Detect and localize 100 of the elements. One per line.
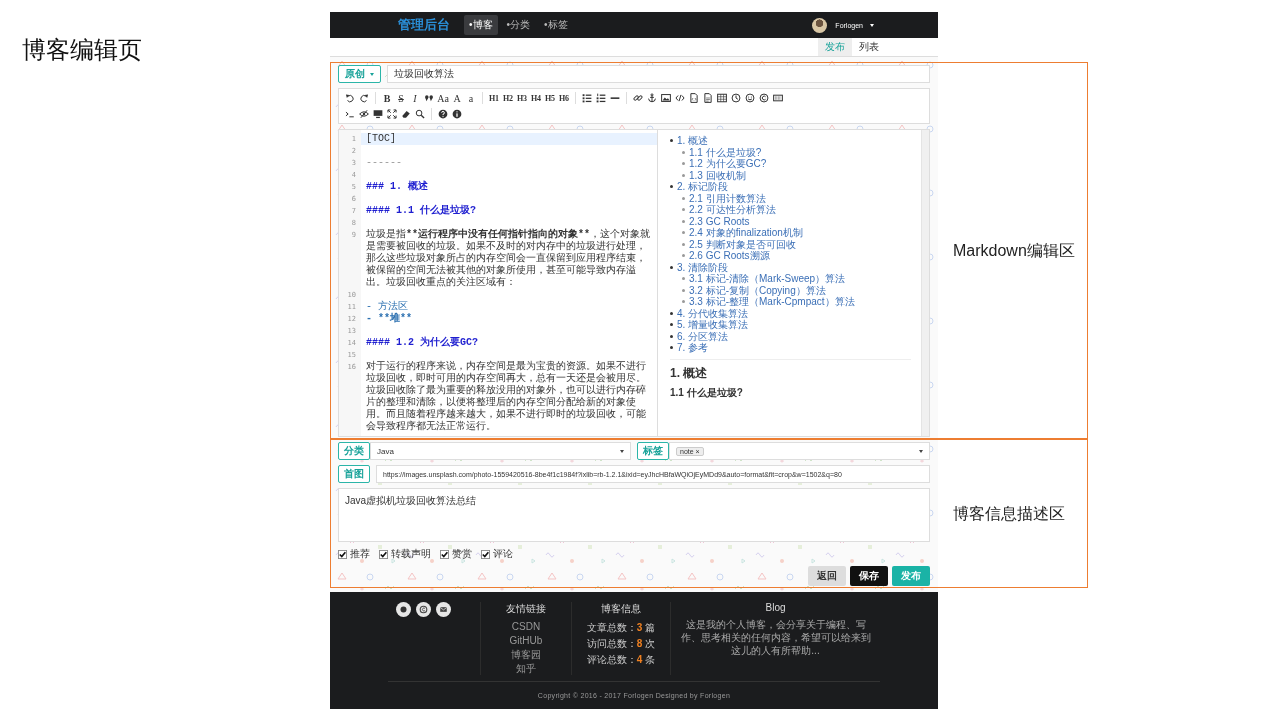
monitor-icon[interactable] (371, 107, 385, 121)
bullet-icon (682, 150, 685, 154)
bullet-list-icon[interactable] (580, 91, 594, 105)
field-label: 标签 (637, 442, 669, 460)
eye-slash-icon[interactable] (357, 107, 371, 121)
preview-subheading: 1.1 什么是垃圾? (670, 385, 744, 400)
logo[interactable]: 管理后台 (398, 16, 450, 34)
bullet-icon (682, 254, 685, 258)
checkbox[interactable] (379, 549, 388, 559)
avatar[interactable] (812, 17, 828, 33)
anchor-icon[interactable] (645, 91, 659, 105)
code-line[interactable]: 对于运行的程序来说，内存空间是最为宝贵的资源。如果不进行垃圾回收，即时可用的内存空间再大，总有一天还是会被用尽。垃圾回收除了最为重要的释放没用的对象外，也可以进行内存碎片的整理和清除，以便将整理后的内存空间分配给新的对象使用。而且随着程序越来越大，如果不进行即时的垃圾回收，可能会导致程序都无法正常运行。 (361, 361, 657, 433)
toc-link[interactable]: 1. 概述 (677, 135, 709, 147)
table-icon[interactable] (715, 91, 729, 105)
toc-link[interactable]: 1.2 为什么要GC? (689, 158, 767, 170)
action-button[interactable]: 保存 (850, 566, 888, 586)
toolbar-button[interactable]: H1 (487, 91, 501, 105)
toolbar-button[interactable]: A (450, 91, 464, 105)
toc-link[interactable]: 3.1 标记-清除（Mark-Sweep）算法 (689, 273, 846, 285)
toc-link[interactable]: 2.5 判断对象是否可回收 (689, 238, 796, 250)
footer-link[interactable]: 知乎 (516, 663, 536, 675)
checkbox-label: 评论 (493, 547, 513, 561)
footer-link[interactable]: 博客园 (511, 649, 541, 661)
toolbar-button[interactable]: I (408, 91, 422, 105)
checkbox[interactable] (481, 549, 490, 559)
toc-link[interactable]: 2.4 对象的finalization机制 (689, 227, 803, 239)
info-icon[interactable] (450, 107, 464, 121)
checkbox-label: 推荐 (350, 547, 370, 561)
toolbar-button[interactable]: S (394, 91, 408, 105)
circle-icon[interactable] (396, 602, 411, 617)
title-field[interactable]: 垃圾回收算法 (387, 65, 930, 83)
summary-field[interactable]: Java虚拟机垃圾回收算法总结 (338, 488, 930, 542)
numbered-list-icon[interactable] (594, 91, 608, 105)
toc-link[interactable]: 2.3 GC Roots (689, 215, 750, 227)
code-line[interactable]: ### 1. 概述 (361, 181, 657, 193)
code-line[interactable]: - **堆** (361, 313, 657, 325)
toc-link[interactable]: 7. 参考 (677, 342, 709, 354)
help-icon[interactable] (436, 107, 450, 121)
bullet-icon (670, 311, 673, 315)
footer-link[interactable]: CSDN (511, 621, 541, 633)
action-button[interactable]: 返回 (808, 566, 846, 586)
checkbox[interactable] (440, 549, 449, 559)
toolbar-button[interactable]: H5 (543, 91, 557, 105)
code-line[interactable]: #### 1.1 什么是垃圾? (361, 205, 657, 217)
preview-heading: 1. 概述 (670, 364, 709, 382)
toolbar-button[interactable]: a (464, 91, 478, 105)
smiley-icon[interactable] (743, 91, 757, 105)
nav-item[interactable]: •博客 (464, 15, 498, 35)
code-file-icon[interactable] (687, 91, 701, 105)
code-line[interactable]: 垃圾是指**运行程序中没有任何指针指向的对象**，这个对象就是需要被回收的垃圾。如果不及时的对内存中的垃圾进行处理，那么这些垃圾对象所占的内存空间会一直保留到应用程序结束，被保留的空间无法被其他的对象所使用，甚至可能导致内存溢出。垃圾回收重点的关注区域有： (361, 229, 657, 289)
toc-link[interactable]: 2.6 GC Roots溯源 (689, 250, 770, 262)
bullet-icon (670, 265, 673, 269)
tab[interactable]: 列表 (852, 38, 886, 56)
toolbar-button[interactable]: H6 (557, 91, 571, 105)
expand-icon[interactable] (385, 107, 399, 121)
toc-link[interactable]: 3. 清除阶段 (677, 261, 729, 273)
caret-icon[interactable] (870, 23, 874, 27)
nav-item[interactable]: •标签 (539, 15, 573, 35)
checkbox-label: 赞赏 (452, 547, 472, 561)
nav-item[interactable]: •分类 (501, 15, 536, 35)
bullet-icon (670, 139, 673, 143)
toolbar-button[interactable]: H2 (501, 91, 515, 105)
toolbar-button[interactable]: Aa (436, 91, 450, 105)
checkbox[interactable] (338, 549, 347, 559)
toc-link[interactable]: 3.3 标记-整理（Mark-Cpmpact）算法 (689, 296, 855, 308)
footer-link[interactable]: GitHUb (509, 635, 543, 647)
stat-line: 文章总数：3 篇 (586, 621, 656, 635)
scrollbar[interactable] (921, 130, 929, 436)
bullet-icon (682, 162, 685, 166)
image-icon[interactable] (659, 91, 673, 105)
toc-link[interactable]: 6. 分区算法 (677, 330, 729, 342)
toc-link[interactable]: 2. 标记阶段 (677, 181, 729, 193)
toc-link[interactable]: 2.2 可达性分析算法 (689, 204, 776, 216)
checkbox-label: 转载声明 (391, 547, 431, 561)
category-select[interactable]: Java (370, 442, 631, 460)
toc-link[interactable]: 5. 增量收集算法 (677, 319, 749, 331)
copyright-icon[interactable] (416, 602, 431, 617)
toc-link[interactable]: 1.1 什么是垃圾? (689, 146, 762, 158)
toc-link[interactable]: 3.2 标记-复制（Copying）算法 (689, 284, 826, 296)
toolbar-button[interactable]: H3 (515, 91, 529, 105)
slide-title: 博客编辑页 (22, 35, 142, 65)
bullet-icon (670, 334, 673, 338)
copyright-icon[interactable] (757, 91, 771, 105)
search-icon[interactable] (413, 107, 427, 121)
toc-link[interactable]: 4. 分代收集算法 (677, 307, 749, 319)
toolbar-button[interactable]: B (380, 91, 394, 105)
toc-link[interactable]: 2.1 引用计数算法 (689, 192, 766, 204)
bullet-icon (670, 323, 673, 327)
file-icon[interactable] (701, 91, 715, 105)
blog-description: 这是我的个人博客，会分享关于编程、写作、思考相关的任何内容，希望可以给来到这儿的人有所帮助... (679, 618, 872, 657)
code-line[interactable]: #### 1.2 为什么要GC? (361, 337, 657, 349)
toc-link[interactable]: 1.3 回收机制 (689, 169, 746, 181)
annotation-label: Markdown编辑区 (953, 240, 1075, 261)
bullet-icon (682, 231, 685, 235)
code-line[interactable]: - 方法区 (361, 301, 657, 313)
envelope-icon[interactable] (436, 602, 451, 617)
footer-heading: 友情链接 (506, 602, 546, 616)
bullet-icon (670, 185, 673, 189)
clock-icon[interactable] (729, 91, 743, 105)
toolbar-button[interactable]: H4 (529, 91, 543, 105)
